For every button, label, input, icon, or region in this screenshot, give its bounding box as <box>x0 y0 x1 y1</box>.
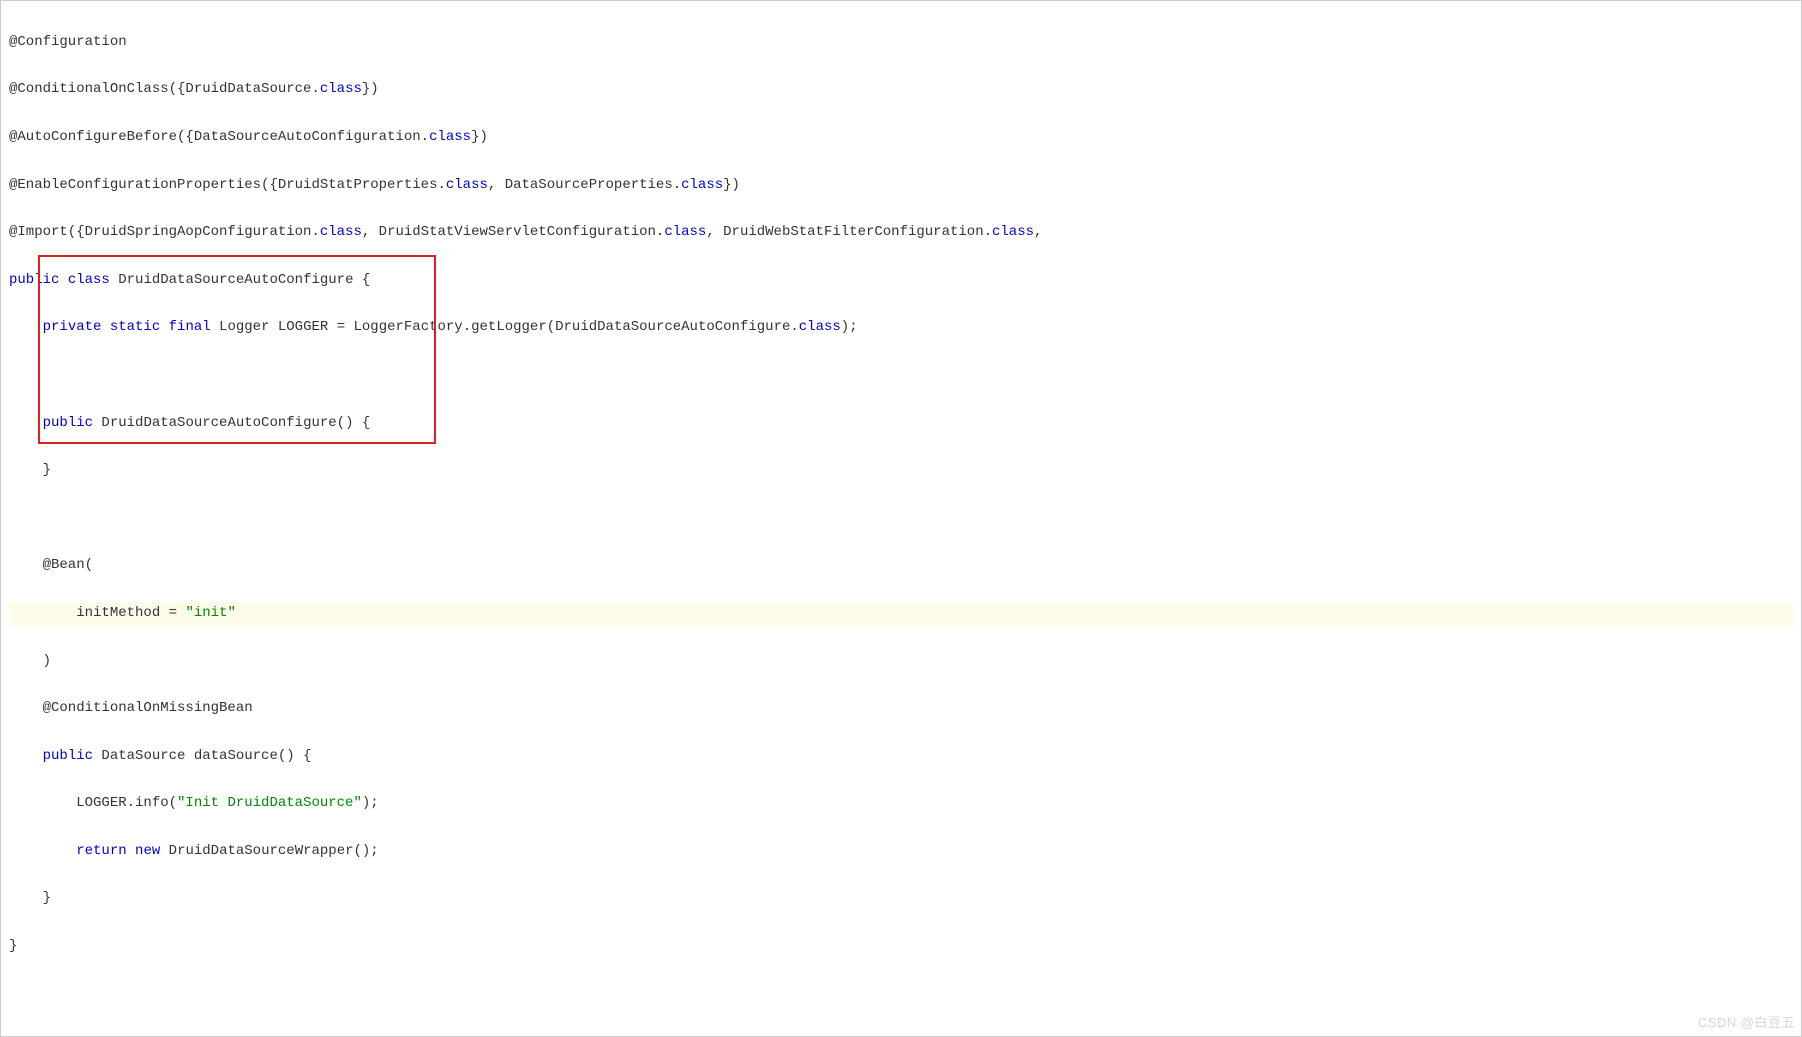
keyword: public <box>43 415 93 431</box>
token: @ConditionalOnMissingBean <box>9 700 253 716</box>
token: Logger LOGGER = LoggerFactory.getLogger(… <box>211 319 799 335</box>
keyword: public <box>43 748 93 764</box>
token: , DruidWebStatFilterConfiguration. <box>706 224 992 240</box>
keyword: final <box>169 319 211 335</box>
token <box>101 319 109 335</box>
token: @AutoConfigureBefore({DataSourceAutoConf… <box>9 129 429 145</box>
token <box>9 843 76 859</box>
keyword: class <box>320 224 362 240</box>
keyword: class <box>681 177 723 193</box>
token: } <box>9 938 17 954</box>
token <box>9 748 43 764</box>
token <box>9 510 17 526</box>
token: DataSource dataSource() { <box>93 748 311 764</box>
token: ); <box>362 795 379 811</box>
token <box>127 843 135 859</box>
code-line: @AutoConfigureBefore({DataSourceAutoConf… <box>9 126 1793 150</box>
keyword: static <box>110 319 160 335</box>
keyword: public <box>9 272 59 288</box>
token: @Configuration <box>9 34 127 50</box>
token: DruidDataSourceAutoConfigure() { <box>93 415 370 431</box>
token: DruidDataSourceWrapper(); <box>160 843 378 859</box>
code-line: public DruidDataSourceAutoConfigure() { <box>9 412 1793 436</box>
token: }) <box>471 129 488 145</box>
code-line: } <box>9 887 1793 911</box>
token: }) <box>362 81 379 97</box>
token: @Import({DruidSpringAopConfiguration. <box>9 224 320 240</box>
keyword: class <box>320 81 362 97</box>
code-line: ) <box>9 650 1793 674</box>
code-line <box>9 364 1793 388</box>
keyword: private <box>43 319 102 335</box>
keyword: class <box>429 129 471 145</box>
code-line: @ConditionalOnClass({DruidDataSource.cla… <box>9 78 1793 102</box>
keyword: class <box>446 177 488 193</box>
code-line: @Bean( <box>9 554 1793 578</box>
token <box>9 367 17 383</box>
code-line: @EnableConfigurationProperties({DruidSta… <box>9 174 1793 198</box>
token: ) <box>9 653 51 669</box>
code-line: public class DruidDataSourceAutoConfigur… <box>9 269 1793 293</box>
token: @EnableConfigurationProperties({DruidSta… <box>9 177 446 193</box>
code-line: private static final Logger LOGGER = Log… <box>9 316 1793 340</box>
token: DruidDataSourceAutoConfigure { <box>110 272 370 288</box>
keyword: return <box>76 843 126 859</box>
code-line: } <box>9 935 1793 959</box>
code-line: } <box>9 459 1793 483</box>
token: ); <box>841 319 858 335</box>
token <box>9 415 43 431</box>
code-line: @Import({DruidSpringAopConfiguration.cla… <box>9 221 1793 245</box>
token: initMethod = <box>9 605 185 621</box>
token <box>160 319 168 335</box>
token: }) <box>723 177 740 193</box>
token: @ConditionalOnClass({DruidDataSource. <box>9 81 320 97</box>
keyword: new <box>135 843 160 859</box>
code-line: public DataSource dataSource() { <box>9 745 1793 769</box>
token <box>59 272 67 288</box>
token <box>9 319 43 335</box>
string: "Init DruidDataSource" <box>177 795 362 811</box>
code-block: @Configuration @ConditionalOnClass({Drui… <box>0 0 1802 1037</box>
string: "init" <box>185 605 235 621</box>
keyword: class <box>68 272 110 288</box>
code-line-highlighted: initMethod = "init" <box>9 602 1793 626</box>
token: , <box>1034 224 1042 240</box>
token: } <box>9 890 51 906</box>
watermark: CSDN @白豆五 <box>1698 1012 1795 1034</box>
code-line <box>9 507 1793 531</box>
keyword: class <box>992 224 1034 240</box>
token: , DataSourceProperties. <box>488 177 681 193</box>
code-line: @Configuration <box>9 31 1793 55</box>
code-line: return new DruidDataSourceWrapper(); <box>9 840 1793 864</box>
keyword: class <box>799 319 841 335</box>
code-line: @ConditionalOnMissingBean <box>9 697 1793 721</box>
token: LOGGER.info( <box>9 795 177 811</box>
token: @Bean( <box>9 557 93 573</box>
token: } <box>9 462 51 478</box>
keyword: class <box>664 224 706 240</box>
code-line: LOGGER.info("Init DruidDataSource"); <box>9 792 1793 816</box>
token: , DruidStatViewServletConfiguration. <box>362 224 664 240</box>
